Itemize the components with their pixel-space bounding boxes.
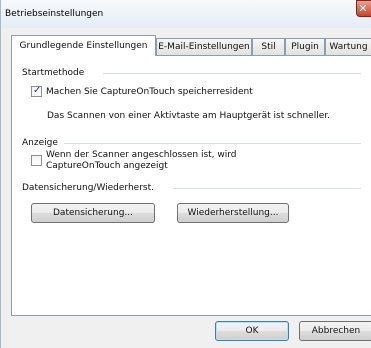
tab-stil[interactable]: Stil [252, 38, 285, 55]
resident-hint-text: Das Scannen von einer Aktivtaste am Haup… [47, 111, 330, 121]
cancel-button[interactable]: Abbrechen [299, 321, 371, 341]
show-on-connect-label-line2[interactable]: CaptureOnTouch angezeigt [46, 161, 168, 171]
tab-label: Wartung [329, 42, 368, 52]
close-icon: ✕ [358, 2, 368, 15]
ok-button[interactable]: OK [215, 321, 289, 341]
restore-button[interactable]: Wiederherstellung... [177, 203, 289, 223]
settings-dialog: Betriebseinstellungen ✕ Grundlegende Ein… [0, 0, 371, 348]
section-divider [63, 143, 361, 144]
close-button[interactable]: ✕ [356, 0, 371, 17]
title-bar: Betriebseinstellungen ✕ [1, 0, 371, 28]
resident-checkbox[interactable]: ✓ [31, 85, 42, 97]
tab-label: Plugin [291, 42, 319, 52]
resident-checkbox-label[interactable]: Machen Sie CaptureOnTouch speicherreside… [46, 87, 253, 97]
tab-email-einstellungen[interactable]: E-Mail-Einstellungen [156, 38, 252, 55]
show-on-connect-checkbox[interactable] [31, 155, 42, 166]
tab-label: E-Mail-Einstellungen [158, 42, 250, 52]
section-divider [103, 73, 361, 74]
tab-grundlegende-einstellungen[interactable]: Grundlegende Einstellungen [11, 35, 156, 56]
section-title-startmethode: Startmethode [22, 68, 91, 78]
show-on-connect-label-line1[interactable]: Wenn der Scanner angeschlossen ist, wird [46, 150, 237, 160]
backup-button[interactable]: Datensicherung... [31, 203, 155, 223]
tab-label: Grundlegende Einstellungen [19, 41, 148, 51]
section-divider [173, 188, 361, 189]
tab-plugin[interactable]: Plugin [285, 38, 325, 55]
cancel-button-label: Abbrechen [311, 326, 361, 336]
backup-button-label: Datensicherung... [53, 208, 133, 218]
tab-label: Stil [261, 42, 276, 52]
checkmark-icon: ✓ [33, 85, 42, 96]
section-title-anzeige: Anzeige [22, 138, 64, 148]
section-title-datensicherung: Datensicherung/Wiederherst. [22, 183, 160, 193]
ok-button-label: OK [245, 326, 259, 336]
window-title: Betriebseinstellungen [5, 9, 104, 19]
tab-wartung[interactable]: Wartung [325, 38, 371, 55]
restore-button-label: Wiederherstellung... [187, 208, 279, 218]
